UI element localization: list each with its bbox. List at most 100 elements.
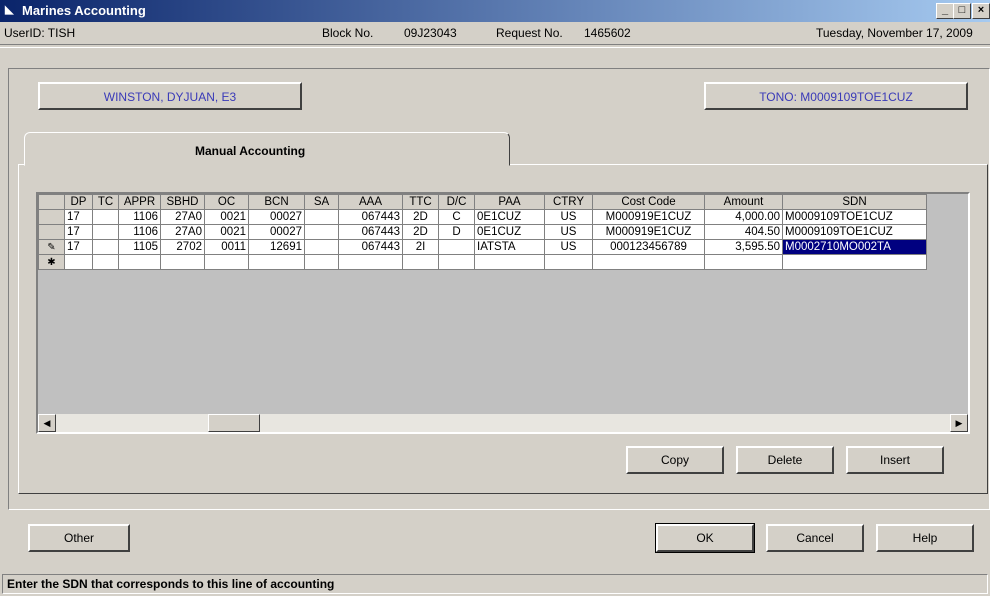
- table-cell-tc[interactable]: [92, 254, 119, 270]
- column-header[interactable]: TC: [92, 194, 119, 210]
- tab-manual-accounting[interactable]: Manual Accounting: [24, 132, 510, 166]
- table-cell-ctry[interactable]: US: [544, 224, 593, 240]
- table-cell-sa[interactable]: [304, 224, 339, 240]
- member-name-button[interactable]: WINSTON, DYJUAN, E3: [38, 82, 302, 110]
- table-cell-amount[interactable]: [704, 254, 783, 270]
- table-cell-bcn[interactable]: 00027: [248, 224, 305, 240]
- cancel-button[interactable]: Cancel: [766, 524, 864, 552]
- horizontal-scrollbar[interactable]: ◀ ▶: [38, 414, 968, 432]
- table-cell-aaa[interactable]: 067443: [338, 239, 403, 255]
- table-cell-ttc[interactable]: 2D: [402, 209, 439, 225]
- scroll-thumb[interactable]: [208, 414, 260, 432]
- table-cell-d-c[interactable]: [438, 254, 475, 270]
- table-row[interactable]: ✱: [38, 254, 927, 270]
- ok-button[interactable]: OK: [655, 523, 755, 553]
- table-cell-paa[interactable]: [474, 254, 545, 270]
- tono-button[interactable]: TONO: M0009109TOE1CUZ: [704, 82, 968, 110]
- table-cell-cost-code[interactable]: 000123456789: [592, 239, 705, 255]
- table-cell-sdn[interactable]: M0002710MO002TA: [782, 239, 927, 255]
- table-cell-oc[interactable]: 0021: [204, 224, 249, 240]
- accounting-grid[interactable]: DP TC APPR SBHD OC BCN SA AAA TTC D/C PAA CTRY Cost …: [36, 192, 970, 434]
- column-header[interactable]: CTRY: [544, 194, 593, 210]
- table-cell-dp[interactable]: [64, 254, 93, 270]
- column-header[interactable]: D/C: [438, 194, 475, 210]
- column-header[interactable]: OC: [204, 194, 249, 210]
- table-cell-sdn[interactable]: M0009109TOE1CUZ: [782, 224, 927, 240]
- table-cell-bcn[interactable]: 00027: [248, 209, 305, 225]
- table-cell-d-c[interactable]: D: [438, 224, 475, 240]
- table-cell-cost-code[interactable]: [592, 254, 705, 270]
- minimize-button[interactable]: _: [936, 3, 954, 19]
- row-selector[interactable]: [38, 224, 65, 240]
- column-header[interactable]: SDN: [782, 194, 927, 210]
- column-header[interactable]: Amount: [704, 194, 783, 210]
- table-cell-amount[interactable]: 3,595.50: [704, 239, 783, 255]
- row-selector[interactable]: ✎: [38, 239, 65, 255]
- table-row[interactable]: 17 1106 27A0 0021 00027 067443 2D D 0E1CUZ US M000…: [38, 224, 927, 240]
- table-cell-cost-code[interactable]: M000919E1CUZ: [592, 209, 705, 225]
- table-cell-d-c[interactable]: C: [438, 209, 475, 225]
- scroll-left-arrow-icon[interactable]: ◀: [38, 414, 56, 432]
- column-header[interactable]: DP: [64, 194, 93, 210]
- table-cell-aaa[interactable]: 067443: [338, 224, 403, 240]
- other-button[interactable]: Other: [28, 524, 130, 552]
- column-header[interactable]: APPR: [118, 194, 161, 210]
- table-row[interactable]: ✎ 17 1105 2702 0011 12691 067443 2I IATSTA US 0001…: [38, 239, 927, 255]
- column-header[interactable]: PAA: [474, 194, 545, 210]
- table-cell-ctry[interactable]: [544, 254, 593, 270]
- table-cell-tc[interactable]: [92, 239, 119, 255]
- table-cell-appr[interactable]: 1106: [118, 224, 161, 240]
- table-cell-amount[interactable]: 4,000.00: [704, 209, 783, 225]
- table-cell-sbhd[interactable]: 27A0: [160, 209, 205, 225]
- insert-button[interactable]: Insert: [846, 446, 944, 474]
- table-cell-aaa[interactable]: [338, 254, 403, 270]
- table-cell-oc[interactable]: [204, 254, 249, 270]
- table-cell-cost-code[interactable]: M000919E1CUZ: [592, 224, 705, 240]
- table-cell-dp[interactable]: 17: [64, 209, 93, 225]
- table-cell-sa[interactable]: [304, 209, 339, 225]
- table-cell-ctry[interactable]: US: [544, 239, 593, 255]
- table-cell-tc[interactable]: [92, 224, 119, 240]
- maximize-button[interactable]: □: [953, 3, 971, 19]
- table-cell-appr[interactable]: 1105: [118, 239, 161, 255]
- table-cell-appr[interactable]: [118, 254, 161, 270]
- table-cell-paa[interactable]: 0E1CUZ: [474, 224, 545, 240]
- table-cell-oc[interactable]: 0011: [204, 239, 249, 255]
- table-cell-sbhd[interactable]: [160, 254, 205, 270]
- column-header[interactable]: SA: [304, 194, 339, 210]
- table-cell-sdn[interactable]: [782, 254, 927, 270]
- delete-button[interactable]: Delete: [736, 446, 834, 474]
- table-row[interactable]: 17 1106 27A0 0021 00027 067443 2D C 0E1CUZ US M000…: [38, 209, 927, 225]
- column-header[interactable]: TTC: [402, 194, 439, 210]
- scroll-right-arrow-icon[interactable]: ▶: [950, 414, 968, 432]
- table-cell-bcn[interactable]: 12691: [248, 239, 305, 255]
- table-cell-tc[interactable]: [92, 209, 119, 225]
- column-header[interactable]: Cost Code: [592, 194, 705, 210]
- table-cell-ttc[interactable]: 2I: [402, 239, 439, 255]
- table-cell-aaa[interactable]: 067443: [338, 209, 403, 225]
- table-cell-sa[interactable]: [304, 254, 339, 270]
- copy-button[interactable]: Copy: [626, 446, 724, 474]
- table-cell-ctry[interactable]: US: [544, 209, 593, 225]
- table-cell-ttc[interactable]: [402, 254, 439, 270]
- table-cell-appr[interactable]: 1106: [118, 209, 161, 225]
- table-cell-dp[interactable]: 17: [64, 224, 93, 240]
- table-cell-bcn[interactable]: [248, 254, 305, 270]
- table-cell-paa[interactable]: 0E1CUZ: [474, 209, 545, 225]
- column-header[interactable]: SBHD: [160, 194, 205, 210]
- row-selector[interactable]: ✱: [38, 254, 65, 270]
- table-cell-sa[interactable]: [304, 239, 339, 255]
- table-cell-dp[interactable]: 17: [64, 239, 93, 255]
- table-cell-sbhd[interactable]: 2702: [160, 239, 205, 255]
- table-cell-ttc[interactable]: 2D: [402, 224, 439, 240]
- close-button[interactable]: ×: [972, 3, 990, 19]
- column-header[interactable]: BCN: [248, 194, 305, 210]
- help-button[interactable]: Help: [876, 524, 974, 552]
- table-cell-oc[interactable]: 0021: [204, 209, 249, 225]
- table-cell-sbhd[interactable]: 27A0: [160, 224, 205, 240]
- column-header[interactable]: AAA: [338, 194, 403, 210]
- table-cell-amount[interactable]: 404.50: [704, 224, 783, 240]
- table-cell-d-c[interactable]: [438, 239, 475, 255]
- table-cell-sdn[interactable]: M0009109TOE1CUZ: [782, 209, 927, 225]
- row-selector[interactable]: [38, 209, 65, 225]
